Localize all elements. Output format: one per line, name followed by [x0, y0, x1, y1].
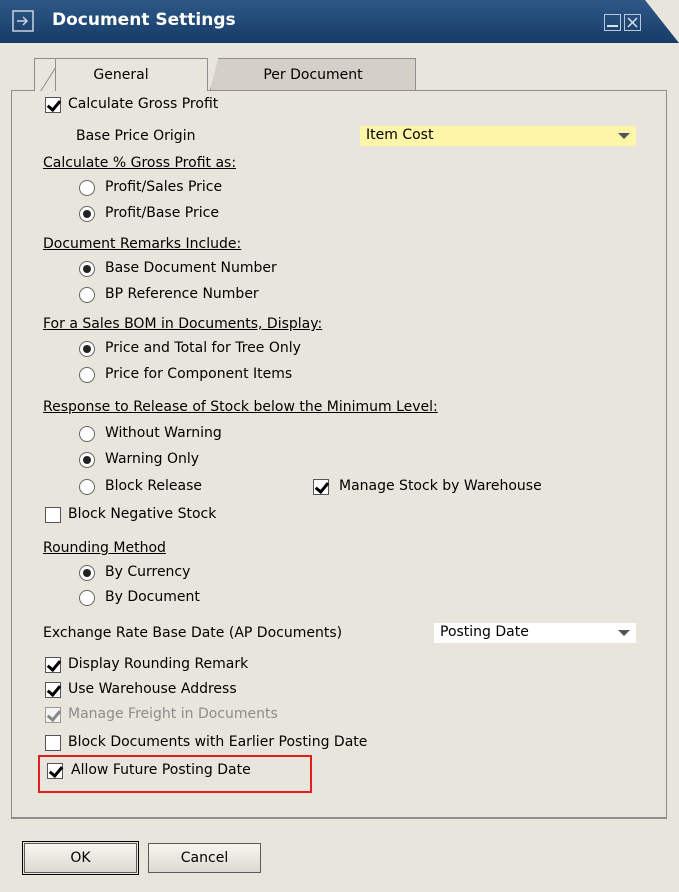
price-component-items-radio[interactable]	[79, 367, 95, 383]
bp-reference-number-label: BP Reference Number	[105, 286, 259, 302]
manage-freight-checkbox	[45, 707, 61, 723]
profit-base-price-radio[interactable]	[79, 206, 95, 222]
profit-sales-price-radio[interactable]	[79, 180, 95, 196]
block-negative-stock-label: Block Negative Stock	[68, 506, 217, 522]
cancel-button[interactable]: Cancel	[148, 843, 261, 873]
tab-per-document-label: Per Document	[263, 67, 363, 83]
bp-reference-number-radio[interactable]	[79, 287, 95, 303]
warning-only-radio[interactable]	[79, 452, 95, 468]
cancel-button-label: Cancel	[180, 850, 229, 866]
price-total-tree-only-label: Price and Total for Tree Only	[105, 340, 301, 356]
base-price-origin-dropdown[interactable]: Item Cost	[360, 126, 636, 146]
price-component-items-label: Price for Component Items	[105, 366, 293, 382]
by-document-label: By Document	[105, 589, 200, 605]
chevron-down-icon	[618, 133, 630, 139]
chevron-down-icon	[618, 630, 630, 636]
sales-bom-heading: For a Sales BOM in Documents, Display:	[43, 316, 323, 332]
base-price-origin-value: Item Cost	[366, 127, 434, 143]
ok-button-label: OK	[70, 850, 91, 866]
profit-base-price-label: Profit/Base Price	[105, 205, 219, 221]
exchange-rate-base-date-dropdown[interactable]: Posting Date	[434, 623, 636, 643]
tab-general[interactable]: General	[34, 58, 208, 91]
display-rounding-remark-checkbox[interactable]	[45, 657, 61, 673]
by-currency-radio[interactable]	[79, 565, 95, 581]
by-currency-label: By Currency	[105, 564, 191, 580]
minimize-button[interactable]	[604, 14, 621, 31]
tab-general-label: General	[93, 67, 149, 83]
block-earlier-posting-label: Block Documents with Earlier Posting Dat…	[68, 734, 368, 750]
base-document-number-radio[interactable]	[79, 261, 95, 277]
rounding-method-heading: Rounding Method	[43, 540, 166, 556]
title-bar[interactable]: Document Settings	[0, 0, 679, 43]
base-price-origin-label: Base Price Origin	[76, 128, 196, 144]
calculate-gross-profit-label: Calculate Gross Profit	[68, 96, 219, 112]
document-settings-icon	[12, 10, 34, 32]
ok-button[interactable]: OK	[22, 841, 139, 875]
warning-only-label: Warning Only	[105, 451, 200, 467]
exchange-rate-base-date-label: Exchange Rate Base Date (AP Documents)	[43, 625, 343, 641]
footer-divider	[11, 817, 667, 818]
tab-per-document[interactable]: Per Document	[210, 58, 416, 90]
use-warehouse-address-label: Use Warehouse Address	[68, 681, 237, 697]
block-earlier-posting-checkbox[interactable]	[45, 735, 61, 751]
close-button[interactable]	[624, 14, 641, 31]
display-rounding-remark-label: Display Rounding Remark	[68, 656, 249, 672]
use-warehouse-address-checkbox[interactable]	[45, 682, 61, 698]
window-title: Document Settings	[52, 10, 236, 30]
title-bar-corner	[645, 0, 679, 43]
stock-release-heading: Response to Release of Stock below the M…	[43, 399, 438, 415]
block-release-radio[interactable]	[79, 479, 95, 495]
manage-freight-label: Manage Freight in Documents	[68, 706, 278, 722]
manage-stock-by-warehouse-checkbox[interactable]	[313, 479, 329, 495]
calculate-gross-profit-checkbox[interactable]	[45, 97, 61, 113]
without-warning-label: Without Warning	[105, 425, 222, 441]
by-document-radio[interactable]	[79, 590, 95, 606]
highlight-box	[38, 755, 312, 793]
gross-profit-as-heading: Calculate % Gross Profit as:	[43, 155, 237, 171]
manage-stock-by-warehouse-label: Manage Stock by Warehouse	[339, 478, 542, 494]
block-negative-stock-checkbox[interactable]	[45, 507, 61, 523]
remarks-include-heading: Document Remarks Include:	[43, 236, 242, 252]
base-document-number-label: Base Document Number	[105, 260, 277, 276]
without-warning-radio[interactable]	[79, 426, 95, 442]
profit-sales-price-label: Profit/Sales Price	[105, 179, 223, 195]
price-total-tree-only-radio[interactable]	[79, 341, 95, 357]
exchange-rate-base-date-value: Posting Date	[440, 624, 529, 640]
block-release-label: Block Release	[105, 478, 203, 494]
